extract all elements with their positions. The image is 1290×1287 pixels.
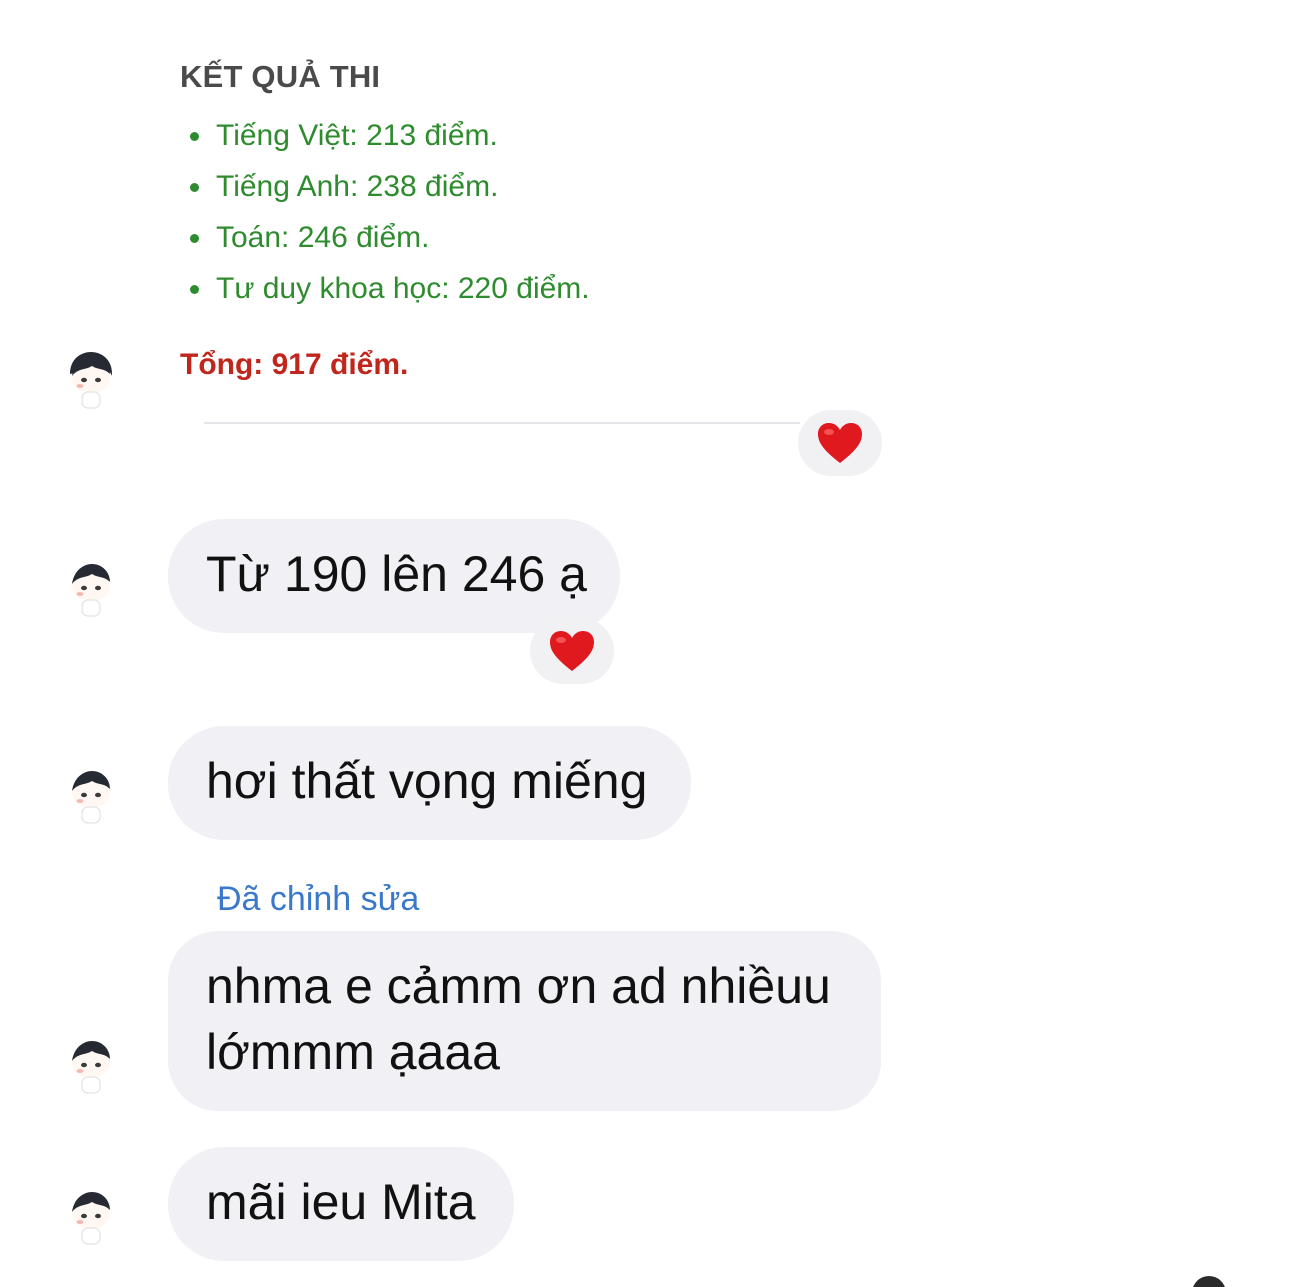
message-text: Từ 190 lên 246 ạ xyxy=(206,546,587,602)
avatar-icon xyxy=(72,1192,110,1245)
list-item: Toán: 246 điểm. xyxy=(190,212,800,263)
bullet-icon xyxy=(190,285,199,294)
bullet-icon xyxy=(190,132,199,141)
list-item: Tiếng Anh: 238 điểm. xyxy=(190,161,800,212)
avatar-icon xyxy=(72,1041,110,1094)
heart-reaction[interactable] xyxy=(530,618,614,684)
results-title: KẾT QUẢ THI xyxy=(180,59,381,94)
message-bubble[interactable]: nhma e cảmm ơn ad nhiềuu lớmmm ạaaa xyxy=(168,931,881,1111)
results-list: Tiếng Việt: 213 điểm. Tiếng Anh: 238 điể… xyxy=(180,110,800,314)
avatar[interactable] xyxy=(64,348,118,414)
avatar-icon xyxy=(72,771,110,824)
avatar[interactable] xyxy=(64,1033,118,1099)
message-text: hơi thất vọng miếng xyxy=(206,753,648,809)
message-bubble[interactable]: Từ 190 lên 246 ạ xyxy=(168,519,620,633)
avatar[interactable] xyxy=(64,1184,118,1250)
divider xyxy=(204,422,800,424)
message-text: mãi ieu Mita xyxy=(206,1174,476,1230)
heart-icon xyxy=(550,631,594,671)
message-bubble[interactable]: mãi ieu Mita xyxy=(168,1147,514,1261)
bullet-icon xyxy=(190,234,199,243)
heart-reaction[interactable] xyxy=(798,410,882,476)
avatar-icon xyxy=(72,564,110,617)
avatar[interactable] xyxy=(64,763,118,829)
avatar[interactable] xyxy=(64,556,118,622)
message-bubble[interactable]: hơi thất vọng miếng xyxy=(168,726,691,840)
message-text: nhma e cảmm ơn ad nhiềuu lớmmm ạaaa xyxy=(206,958,831,1080)
exam-results-message[interactable]: KẾT QUẢ THI Tiếng Việt: 213 điểm. Tiếng … xyxy=(180,58,800,424)
list-item: Tư duy khoa học: 220 điểm. xyxy=(190,263,800,314)
seen-avatar-icon xyxy=(1192,1276,1226,1287)
chat-screen: KẾT QUẢ THI Tiếng Việt: 213 điểm. Tiếng … xyxy=(0,0,1290,1287)
bullet-icon xyxy=(190,183,199,192)
list-item: Tiếng Việt: 213 điểm. xyxy=(190,110,800,161)
results-total: Tổng: 917 điểm. xyxy=(180,348,409,381)
avatar-icon xyxy=(70,352,113,409)
heart-icon xyxy=(818,423,862,463)
edited-label: Đã chỉnh sửa xyxy=(217,880,420,918)
